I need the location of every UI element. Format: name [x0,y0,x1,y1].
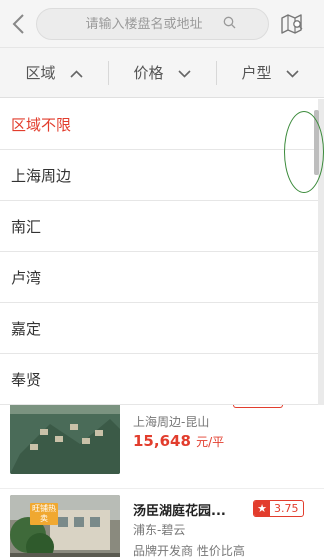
area-dropdown: 区域不限 上海周边 南汇 卢湾 嘉定 奉贤 [0,99,318,405]
price-unit: 元/平 [196,435,225,449]
rating-value: 3.75 [274,502,299,515]
rating-badge: ★ 3.75 [253,500,304,517]
listing-card[interactable]: 旺铺热卖 汤臣湖庭花园... ★ 3.75 浦东-碧云 品牌开发商 性价比高 [0,488,324,557]
filter-bar: 区域 价格 户型 [0,48,324,98]
filter-label: 价格 [133,64,164,82]
area-option-unlimited[interactable]: 区域不限 [0,99,318,150]
top-bar [0,0,324,48]
listing-card[interactable]: 上海周边-昆山 15,648 元/平 [0,394,324,488]
listing-title: 汤臣湖庭花园... [133,504,226,519]
chevron-up-icon [69,64,83,82]
map-icon[interactable] [280,12,304,36]
listing-features: 品牌开发商 性价比高 [133,544,245,557]
filter-area[interactable]: 区域 [0,48,108,97]
area-option-nanhui[interactable]: 南汇 [0,201,318,252]
area-option-shanghai-surroundings[interactable]: 上海周边 [0,150,318,201]
filter-layout[interactable]: 户型 [216,48,324,97]
area-option-jiading[interactable]: 嘉定 [0,303,318,354]
listing-tag: 旺铺热卖 [30,503,58,525]
filter-label: 户型 [241,64,272,82]
listing-image[interactable] [10,394,120,474]
chevron-down-icon [285,64,299,82]
star-icon: ★ [254,501,270,516]
listing-location: 浦东-碧云 [133,523,186,537]
area-option-luwan[interactable]: 卢湾 [0,252,318,303]
listing-list: 上海周边-昆山 15,648 元/平 旺铺热卖 汤臣湖庭花园... ★ 3.75… [0,394,324,557]
search-icon[interactable] [223,16,236,33]
search-input[interactable] [69,16,219,32]
price-value: 15,648 [133,432,191,450]
listing-price: 15,648 元/平 [133,432,224,450]
filter-label: 区域 [25,64,56,82]
area-option-fengxian[interactable]: 奉贤 [0,354,318,405]
filter-price[interactable]: 价格 [108,48,216,97]
chevron-left-icon[interactable] [6,10,30,38]
annotation-oval [284,111,324,193]
listing-image[interactable]: 旺铺热卖 [10,495,120,557]
chevron-down-icon [177,64,191,82]
search-bar[interactable] [36,8,269,40]
listing-location: 上海周边-昆山 [133,415,210,429]
